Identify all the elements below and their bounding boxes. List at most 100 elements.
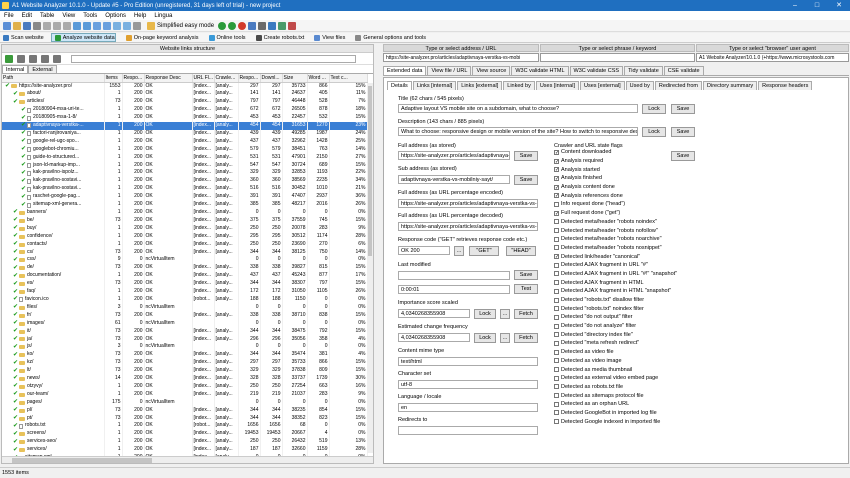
mode-button-0[interactable]: Scan website [0,34,44,41]
last-modified-save-button[interactable]: Save [514,270,538,280]
filter-icon[interactable] [53,54,61,63]
table-row[interactable]: ✔ de/73 200 OK [index... [analy... 338 338 39827… [2,264,368,273]
importance-lock-button[interactable]: Lock [474,309,496,319]
table-row[interactable]: ✔ js/3 0 ncVirtualItem 0 0 0 0 0% [2,343,368,352]
flag-checkbox[interactable]: ✓ [554,193,559,199]
table-row[interactable]: ✔ services-seo/1 200 OK [index... [analy... 25… [2,438,368,447]
flag-item[interactable]: Detected meta/header "robots noindex" [554,218,724,227]
table-row[interactable]: ✔ fr/73 200 OK [index... [analy... 338 338 38710… [2,311,368,320]
flag-item[interactable]: Detected as robots.txt file [554,383,724,392]
flag-item[interactable]: Detected meta/header "robots nofollow" [554,226,724,235]
table-row[interactable]: ✔ factori-ranjirovaniya... 1 200 OK [index...… [2,129,368,138]
tab-external[interactable]: External [28,65,57,73]
table-row[interactable]: ✔ our-team/1 200 OK [index... [analy... 219 219… [2,390,368,399]
paste-icon[interactable] [63,21,71,30]
flag-item[interactable]: Info request done ("head") [554,200,724,209]
flag-item[interactable]: Detected meta/header "robots noarchive" [554,235,724,244]
flag-checkbox[interactable] [554,314,559,320]
view-tab-2[interactable]: View source [472,66,511,75]
flag-item[interactable]: Detected as sitemaps protocol file [554,391,724,400]
language-field[interactable]: en [398,403,538,412]
indent-icon[interactable] [93,21,101,30]
stop-icon[interactable] [238,21,247,30]
table-row[interactable]: ✔ otzyvy/1 200 OK [index... [analy... 250 250 27… [2,382,368,391]
column-header[interactable]: Respo... [238,74,261,83]
menu-item-2[interactable]: Table [36,13,58,19]
detail-tab-2[interactable]: Links [external] [457,81,503,90]
mode-button-2[interactable]: On-page keyword analysis [123,34,199,41]
vertical-scrollbar[interactable] [367,83,373,453]
flag-checkbox[interactable]: ✓ [554,175,559,181]
redirects-field[interactable] [398,426,538,435]
time-field[interactable]: 0:00:01 [398,285,510,294]
mode-button-6[interactable]: General options and tools [352,34,426,41]
detail-tab-5[interactable]: Uses [external] [579,81,625,90]
response-code-field[interactable]: OK 200 [398,246,450,255]
flag-item[interactable]: Detected "do not output" filter [554,313,724,322]
print-icon[interactable] [33,21,41,30]
encoded-address-field[interactable]: https://site-analyzer.pro/articles/adapt… [398,199,538,208]
flag-item[interactable]: ✓ Analysis references done [554,191,724,200]
table-row[interactable]: ✔ news/14 200 OK [index... [analy... 328 328 337… [2,375,368,383]
decoded-address-field[interactable]: https://site-analyzer.pro/articles/adapt… [398,222,538,231]
flag-checkbox[interactable] [554,332,559,338]
user-agent-select[interactable]: A1 Website Analyzer/10.1.0 (+https://www… [696,53,849,62]
title-field[interactable]: Adaptive layout VS mobile site on a subd… [398,104,638,113]
table-row[interactable]: ✔ json-ld-markup-imp... 1 200 OK [index... [an… [2,161,368,170]
flag-item[interactable]: Detected as media thumbnail [554,365,724,374]
table-row[interactable]: ✔ screens/1 200 OK [index... [analy... 19453 19… [2,430,368,439]
view-tab-5[interactable]: Tidy validate [624,66,663,75]
view-tab-3[interactable]: W3C validate HTML [511,66,569,75]
table-row[interactable]: ✔ kak-pravilno-ispolz... 1 200 OK [index... [a… [2,169,368,178]
table-row[interactable]: ✔ cs/73 200 OK [index... [analy... 344 344 38125… [2,248,368,257]
column-header[interactable]: Text c... [329,74,368,83]
table-row[interactable]: ✔ googlebot-chromiu... 1 200 OK [index... [ana… [2,145,368,154]
detail-tab-8[interactable]: Directory summary [703,81,758,90]
column-header[interactable]: Respo... [122,74,145,83]
url-select[interactable]: https://site-analyzer.pro/articles/adapt… [383,53,539,62]
table-row[interactable]: ✔ ko/73 200 OK [index... [analy... 344 344 35474… [2,351,368,360]
flag-item[interactable]: Detected AJAX fragment in HTML [554,278,724,287]
menu-item-7[interactable]: Lingua [150,13,176,19]
flag-checkbox[interactable] [554,323,559,329]
cut-icon[interactable] [43,21,51,30]
copy-icon[interactable] [53,21,61,30]
description-field[interactable]: What to choose: responsive design or mob… [398,127,638,136]
flag-checkbox[interactable] [554,393,559,399]
table-row[interactable]: ✔ documentation/1 200 OK [index... [analy... 4… [2,272,368,281]
table-row[interactable]: ✔ robots.txt 1 200 OK [robot... [analy... 1656 1… [2,422,368,431]
flag-checkbox[interactable] [554,340,559,346]
detail-tab-7[interactable]: Redirected from [654,81,702,90]
flag-item[interactable]: ✓ Content downloaded [554,148,724,157]
table-row[interactable]: ✔ files/3 0 ncVirtualItem 0 0 0 0 0% [2,303,368,312]
detail-tab-3[interactable]: Linked by [503,81,535,90]
flag-checkbox[interactable]: ✓ [554,158,559,164]
sub-address-field[interactable]: adaptivnaya-verstka-vs-mobilniy-sayt/ [398,175,510,184]
importance-field[interactable]: 4,0340268355908 [398,309,470,318]
importance-fetch-button[interactable]: Fetch [514,309,538,319]
new-icon[interactable] [3,21,11,30]
flag-checkbox[interactable]: ✓ [554,210,559,216]
table-row[interactable]: ✔ adaptivnaya-verstka-... 1 200 OK [index...[… [2,122,368,130]
table-row[interactable]: ✔ banners/1 200 OK [index... [analy... 0 0 0 0 0% [2,209,368,217]
test-button[interactable]: Test [514,284,538,294]
flag-checkbox[interactable] [554,219,559,225]
description-save-button[interactable]: Save [671,127,695,137]
table-row[interactable]: ✔ kak-pravilno-sostavi... 1 200 OK [index...[… [2,185,368,194]
flag-item[interactable]: Detected "directory index file" [554,330,724,339]
undo-icon[interactable] [73,21,81,30]
tab-internal[interactable]: Internal [2,65,29,73]
flag-item[interactable]: ✓ Detected link/header "canonical" [554,252,724,261]
response-code-picker[interactable]: ... [454,246,464,256]
table-row[interactable]: ✔ confidence/1 200 OK [index... [analy... 295 2… [2,232,368,241]
charset-field[interactable]: utf-8 [398,380,538,389]
play-icon[interactable] [218,21,227,30]
table-row[interactable]: ✔ lt/73 200 OK [index... [analy... 329 329 37838… [2,367,368,376]
flag-checkbox[interactable] [554,288,559,294]
table-row[interactable]: ✔ kz/73 200 OK [index... [analy... 297 297 35733… [2,359,368,368]
column-header[interactable]: Crawle... [214,74,239,83]
open-icon[interactable] [13,21,21,30]
menu-item-6[interactable]: Help [130,13,150,19]
save-icon[interactable] [23,21,31,30]
detail-tab-6[interactable]: Used by [625,81,654,90]
